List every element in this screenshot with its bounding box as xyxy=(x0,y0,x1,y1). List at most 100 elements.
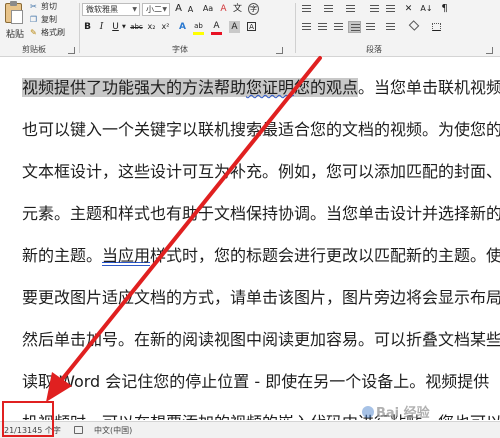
paragraph-dialog-launcher-icon[interactable] xyxy=(486,47,493,54)
paint-bucket-icon xyxy=(408,20,420,31)
phonetic-icon: 文 xyxy=(232,4,242,14)
selected-text[interactable]: 视频提供了功能强大的方法帮助 xyxy=(22,78,247,97)
chevron-down-icon: ▼ xyxy=(162,6,167,13)
enclose-char-button[interactable]: 字 xyxy=(248,3,259,15)
align-right-button[interactable] xyxy=(332,21,345,33)
text-effect-button[interactable]: A xyxy=(177,21,188,33)
watermark-text: Bai 经验 xyxy=(376,406,430,421)
distributed-icon xyxy=(366,23,375,31)
decrease-indent-button[interactable] xyxy=(368,3,381,15)
format-painter-button[interactable]: ✎ 格式刷 xyxy=(29,26,65,38)
paragraph-group-label: 段落 xyxy=(366,45,382,54)
clear-format-button[interactable]: A xyxy=(218,3,229,15)
copy-button[interactable]: ❐ 复制 xyxy=(29,13,57,25)
grammar-flag-text[interactable]: 您证明 xyxy=(246,78,295,97)
distributed-button[interactable] xyxy=(364,21,377,33)
align-center-icon xyxy=(318,23,327,31)
cut-label: 剪切 xyxy=(41,1,57,11)
clipboard-icon xyxy=(5,1,23,24)
document-line: 要更改图片适应文档的方式，请单击该图片，图片旁边将会显示布局 xyxy=(22,288,500,307)
chinese-layout-button[interactable]: ✕ xyxy=(402,3,415,15)
align-left-button[interactable] xyxy=(300,21,313,33)
underline-button[interactable]: U xyxy=(110,21,121,33)
selected-text[interactable]: 您的观点 xyxy=(294,78,359,97)
font-color-button[interactable]: A xyxy=(211,20,222,32)
language-indicator[interactable]: 中文(中国) xyxy=(94,425,132,436)
italic-button[interactable]: I xyxy=(96,21,107,33)
watermark-paw-icon xyxy=(362,406,374,418)
char-border-button[interactable]: A xyxy=(246,21,257,33)
font-name-value: 微软雅黑 xyxy=(86,5,118,14)
line-text: 样式时，您的标题会进行更改以匹配新的主题。使 xyxy=(150,246,500,265)
multilevel-list-icon xyxy=(346,5,355,13)
clipboard-group: 粘贴 ✂ 剪切 ❐ 复制 ✎ 格式刷 剪贴板 xyxy=(0,0,78,57)
align-center-button[interactable] xyxy=(316,21,329,33)
ribbon: 粘贴 ✂ 剪切 ❐ 复制 ✎ 格式刷 剪贴板 微软雅黑 ▼ 小二 ▼ A A A… xyxy=(0,0,500,57)
sort-button[interactable]: A↓ xyxy=(420,3,433,15)
grammar-flag-text[interactable]: 当应用 xyxy=(102,246,150,265)
show-marks-button[interactable]: ¶ xyxy=(438,3,451,15)
bullets-button[interactable] xyxy=(300,3,313,15)
align-right-icon xyxy=(334,23,343,31)
paragraph-group: ✕ A↓ ¶ 段落 xyxy=(296,0,500,57)
shading-button[interactable] xyxy=(408,20,421,33)
phonetic-button[interactable]: 文 xyxy=(232,3,243,15)
line-text: 新的主题。 xyxy=(22,246,103,265)
chevron-down-icon[interactable]: ▼ xyxy=(122,24,126,30)
highlight-box xyxy=(2,401,54,437)
paintbrush-icon: ✎ xyxy=(30,27,37,37)
font-name-combo[interactable]: 微软雅黑 ▼ xyxy=(82,3,140,16)
highlight-button[interactable]: ab xyxy=(193,20,204,32)
copy-label: 复制 xyxy=(41,14,57,24)
font-group-label: 字体 xyxy=(172,45,188,54)
document-line: 文本框设计，这些设计可互为补充。例如，您可以添加匹配的封面、页 xyxy=(22,162,500,181)
document-line: 新的主题。当应用样式时，您的标题会进行更改以匹配新的主题。使 xyxy=(22,245,500,267)
strikethrough-button[interactable]: abc xyxy=(129,21,144,33)
sort-icon: A↓ xyxy=(420,4,433,13)
paste-button[interactable]: 粘贴 xyxy=(2,1,26,41)
borders-icon xyxy=(432,23,441,31)
copy-icon: ❐ xyxy=(29,14,38,24)
paste-label: 粘贴 xyxy=(6,30,25,40)
numbering-button[interactable] xyxy=(322,3,335,15)
shrink-font-button[interactable]: A xyxy=(185,4,196,16)
document-line: 然后单击加号。在新的阅读视图中阅读更加容易。可以折叠文档某些 xyxy=(22,330,500,349)
line-text: 。当您单击联机视频 xyxy=(358,78,500,97)
decrease-indent-icon xyxy=(370,5,379,13)
scissors-icon: ✂ xyxy=(30,1,37,11)
highlight-color-bar xyxy=(193,32,204,35)
font-dialog-launcher-icon[interactable] xyxy=(276,47,283,54)
multilevel-list-button[interactable] xyxy=(344,3,357,15)
char-shading-button[interactable]: A xyxy=(229,21,240,33)
clipboard-group-label: 剪贴板 xyxy=(22,45,46,54)
document-line: 也可以键入一个关键字以联机搜索最适合您的文档的视频。为使您的 xyxy=(22,120,500,139)
clipboard-dialog-launcher-icon[interactable] xyxy=(68,47,75,54)
document-line: 读取 Word 会记住您的停止位置 - 即使在另一个设备上。视频提供 xyxy=(22,372,490,391)
superscript-button[interactable]: x² xyxy=(160,21,171,33)
change-case-button[interactable]: Aa xyxy=(200,3,216,15)
proofing-book-icon[interactable] xyxy=(74,426,83,434)
bold-button[interactable]: B xyxy=(82,21,93,33)
subscript-button[interactable]: x₂ xyxy=(146,21,157,33)
font-group: 微软雅黑 ▼ 小二 ▼ A A Aa A 文 字 B I U ▼ abc x₂ … xyxy=(80,0,294,57)
increase-indent-icon xyxy=(386,5,395,13)
line-spacing-button[interactable] xyxy=(384,21,397,33)
watermark: Bai 经验 xyxy=(360,402,430,421)
font-size-combo[interactable]: 小二 ▼ xyxy=(142,3,170,16)
align-left-icon xyxy=(302,23,311,31)
status-bar: 21/13145 个字 中文(中国) xyxy=(0,421,500,438)
borders-button[interactable] xyxy=(430,21,443,33)
document-page[interactable]: 视频提供了功能强大的方法帮助您证明您的观点。当您单击联机视频 也可以键入一个关键… xyxy=(0,58,500,420)
line-spacing-icon xyxy=(386,23,395,31)
document-line: 视频提供了功能强大的方法帮助您证明您的观点。当您单击联机视频 xyxy=(22,77,500,99)
justify-icon xyxy=(351,24,360,32)
font-size-value: 小二 xyxy=(146,5,162,14)
increase-indent-button[interactable] xyxy=(384,3,397,15)
font-color-bar xyxy=(211,32,222,35)
chevron-down-icon: ▼ xyxy=(132,6,137,13)
grow-font-button[interactable]: A xyxy=(173,3,184,15)
justify-button[interactable] xyxy=(348,21,361,33)
chinese-layout-icon: ✕ xyxy=(404,4,413,14)
cut-button[interactable]: ✂ 剪切 xyxy=(29,0,57,12)
bullets-icon xyxy=(302,5,311,13)
